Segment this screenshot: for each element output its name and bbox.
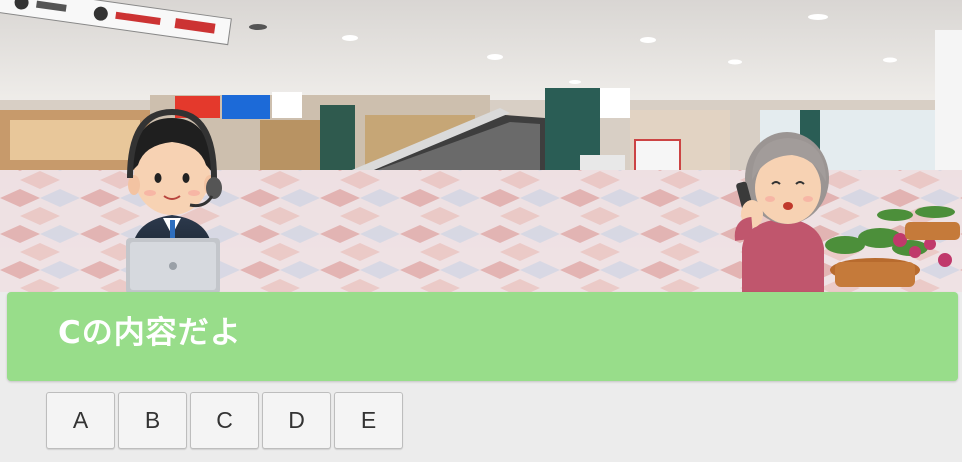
choice-button-e[interactable]: E — [334, 392, 403, 449]
choice-button-a[interactable]: A — [46, 392, 115, 449]
choice-button-d[interactable]: D — [262, 392, 331, 449]
choice-button-b[interactable]: B — [118, 392, 187, 449]
choice-button-c[interactable]: C — [190, 392, 259, 449]
choice-button-row: A B C D E — [46, 392, 403, 449]
dialog-text: Cの内容だよ — [58, 315, 242, 351]
background-scene — [0, 0, 962, 292]
dialog-box: Cの内容だよ — [7, 292, 958, 381]
